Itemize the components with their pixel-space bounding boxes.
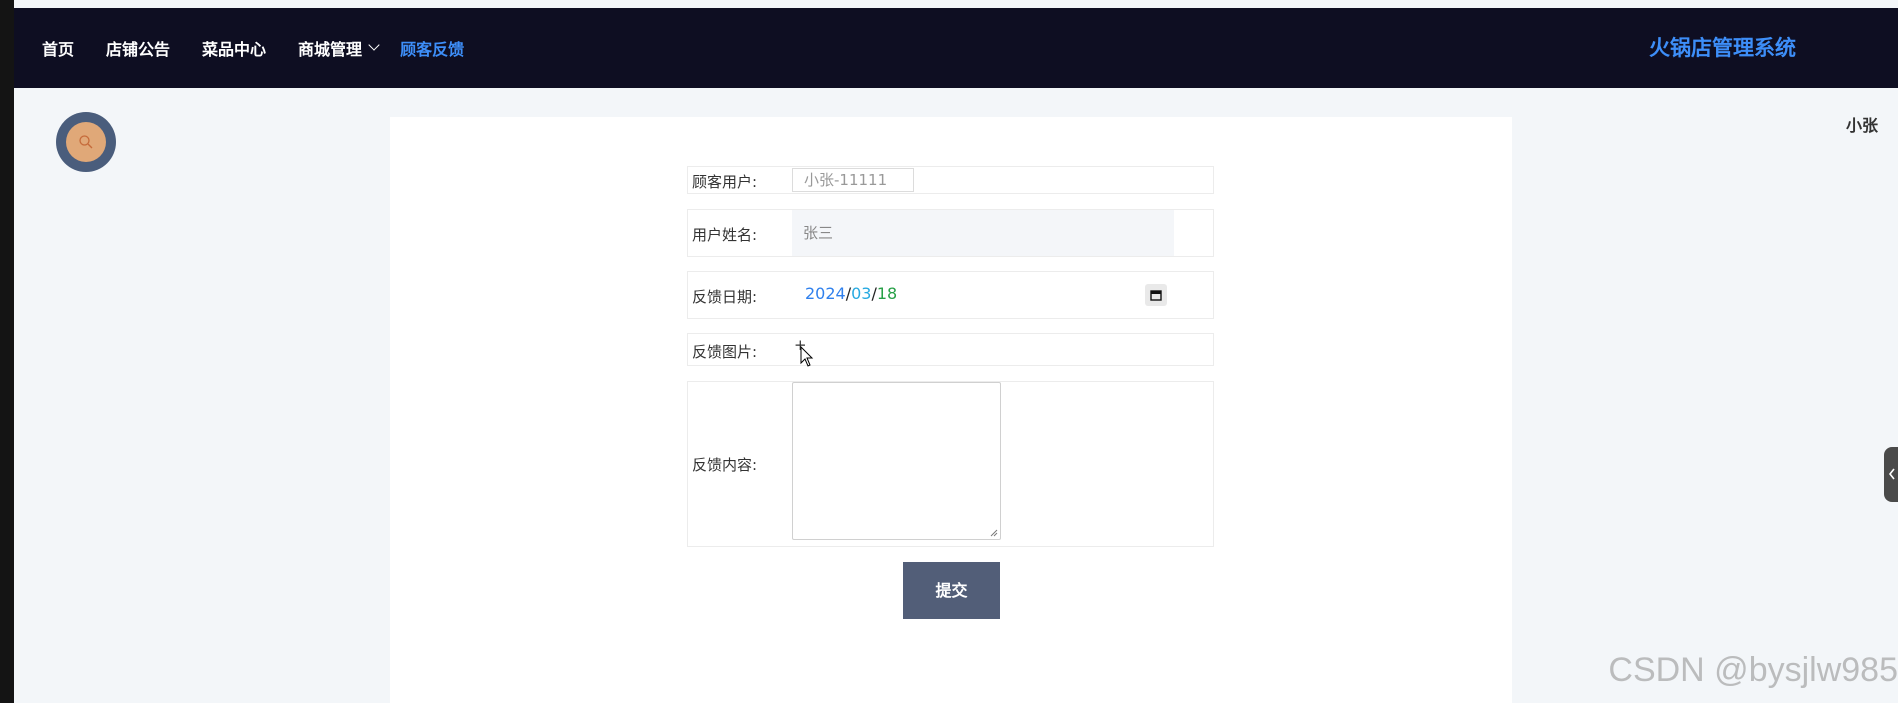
calendar-picker-button[interactable] xyxy=(1145,284,1167,306)
user-name-field[interactable]: 张三 xyxy=(792,210,1174,256)
chevron-down-icon xyxy=(368,39,380,51)
watermark: CSDN @bysjlw985 xyxy=(1608,651,1898,689)
customer-user-label: 顾客用户: xyxy=(692,173,758,191)
form-row-customer-user: 顾客用户: 小张-11111 xyxy=(687,166,1214,194)
feedback-content-label: 反馈内容: xyxy=(692,456,758,474)
nav-item-mall-management-label: 商城管理 xyxy=(298,40,363,59)
search-icon xyxy=(79,135,93,149)
date-year: 2024 xyxy=(805,284,846,303)
resize-grip-icon[interactable] xyxy=(990,529,998,537)
form-row-feedback-image: 反馈图片: + xyxy=(687,333,1214,367)
top-navbar: 首页 店铺公告 菜品中心 商城管理 顾客反馈 火锅店管理系统 xyxy=(14,8,1898,88)
side-panel-toggle[interactable] xyxy=(1884,447,1898,502)
submit-button[interactable]: 提交 xyxy=(903,562,1000,619)
feedback-content-textarea[interactable] xyxy=(792,382,1001,540)
customer-user-field[interactable]: 小张-11111 xyxy=(792,168,914,192)
mouse-cursor-icon xyxy=(800,346,814,367)
form-row-feedback-date: 反馈日期: 2024/03/18 xyxy=(687,271,1214,319)
nav-item-dish-center[interactable]: 菜品中心 xyxy=(202,36,266,60)
feedback-image-label: 反馈图片: xyxy=(692,343,758,361)
user-name-label: 用户姓名: xyxy=(692,226,758,244)
date-day: 18 xyxy=(876,284,898,303)
feedback-date-label: 反馈日期: xyxy=(692,288,758,306)
calendar-icon xyxy=(1150,290,1162,301)
feedback-date-field[interactable]: 2024/03/18 xyxy=(805,284,897,303)
nav-item-home[interactable]: 首页 xyxy=(42,36,74,60)
nav-item-customer-feedback[interactable]: 顾客反馈 xyxy=(400,36,464,60)
date-month: 03 xyxy=(851,284,872,303)
current-username[interactable]: 小张 xyxy=(1846,112,1878,136)
chevron-left-icon xyxy=(1888,468,1895,480)
nav-item-announcements[interactable]: 店铺公告 xyxy=(106,36,170,60)
form-row-user-name: 用户姓名: 张三 xyxy=(687,209,1214,257)
nav-menu: 首页 店铺公告 菜品中心 商城管理 顾客反馈 xyxy=(42,8,496,88)
brand-title: 火锅店管理系统 xyxy=(1649,36,1796,60)
form-row-feedback-content: 反馈内容: xyxy=(687,381,1214,547)
window-edge xyxy=(0,0,14,703)
nav-item-mall-management[interactable]: 商城管理 xyxy=(298,36,380,60)
avatar[interactable] xyxy=(56,112,116,172)
